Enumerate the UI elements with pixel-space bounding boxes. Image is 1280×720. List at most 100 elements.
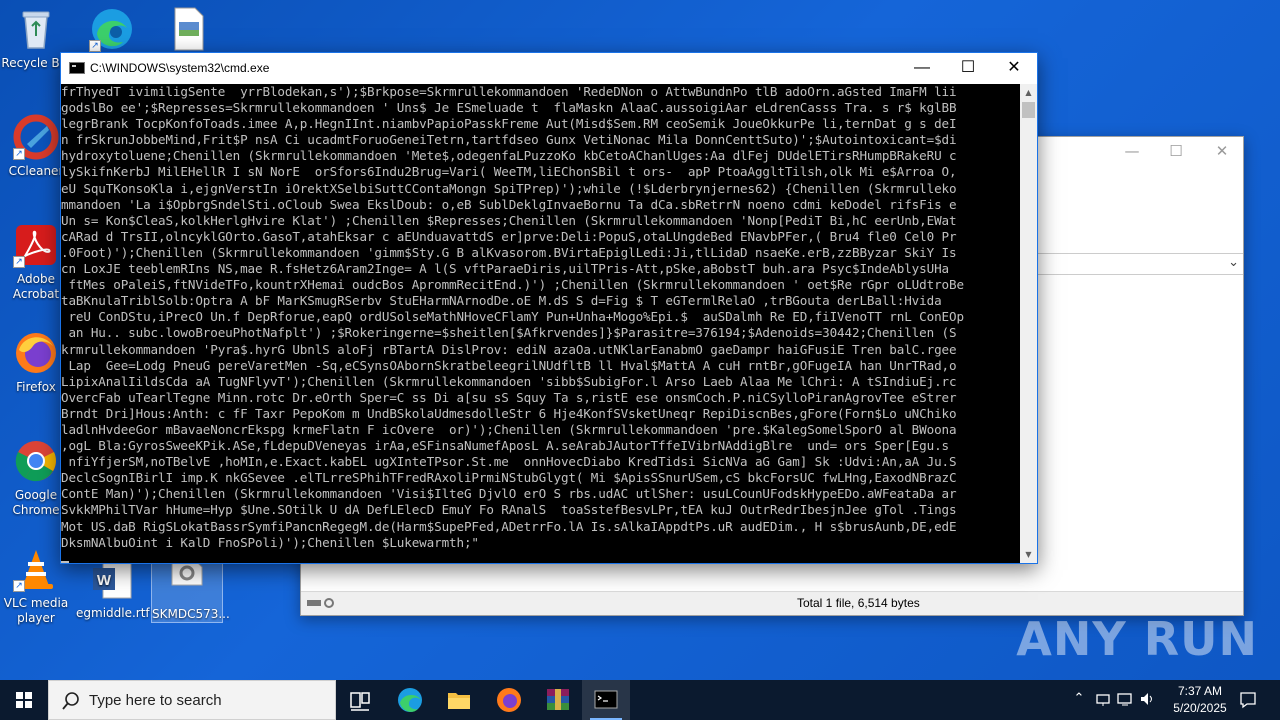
console-line: OvercFab uTearlTegne Minn.rotc Dr.eOrth … <box>61 389 957 405</box>
explorer-maximize-button[interactable]: ☐ <box>1153 137 1199 167</box>
desktop-icon-label: Adobe Acrobat <box>12 272 60 301</box>
console-line: ,ogL Bla:GyrosSweeKPik.ASe,fLdepuDVeneya… <box>61 438 949 454</box>
vertical-scrollbar[interactable]: ▲ ▼ <box>1020 84 1037 563</box>
chrome-icon <box>13 438 59 484</box>
maximize-button[interactable]: ☐ <box>945 53 991 83</box>
scroll-up-icon[interactable]: ▲ <box>1020 84 1037 101</box>
taskbar-explorer-button[interactable] <box>435 680 483 720</box>
console-line: krmrullekommandoen 'Pyra$.hyrG UbnlS alo… <box>61 341 957 357</box>
cmd-window[interactable]: C:\WINDOWS\system32\cmd.exe — ☐ ✕ frThye… <box>60 52 1038 564</box>
windows-logo-icon <box>16 692 32 708</box>
desktop-icon-label: egmiddle.rtf <box>76 606 150 620</box>
task-view-button[interactable] <box>336 680 384 720</box>
console-line: Lap Gee=Lodg PneuG pereVaretMen -Sq,eCSy… <box>61 357 957 373</box>
console-line: nfiYfjerSM,noTBelvE ,hoMIn,e.Exact.kabEL… <box>61 454 957 470</box>
anyrun-watermark: ANY RUN <box>1016 612 1258 666</box>
explorer-close-button[interactable]: ✕ <box>1199 137 1245 167</box>
scrollbar-thumb[interactable] <box>1022 102 1035 118</box>
console-line: mmandoen 'La i$OpbrgSndelSti.oCloub Swea… <box>61 196 957 212</box>
explorer-minimize-button[interactable]: — <box>1109 137 1155 167</box>
console-line: cn LoxJE teeblemRIns NS,mae R.fsHetz6Ara… <box>61 261 949 277</box>
search-icon <box>61 691 81 711</box>
console-line: DksmNAlbuOint i KalD FnoSPoli)');Chenill… <box>61 534 479 550</box>
shortcut-arrow-icon: ↗ <box>13 148 25 160</box>
taskbar-clock[interactable]: 7:37 AM 5/20/2025 <box>1160 683 1240 717</box>
console-line: LipixAnalIildsCda aA TugNFlyvT');Chenill… <box>61 373 957 389</box>
edge-icon <box>398 688 422 712</box>
console-line: frThyedT ivimiligSente yrrBlodekan,s');$… <box>61 84 957 99</box>
console-line: n frSkrunJobbeMind,Frit$P nsA Ci ucadmtF… <box>61 132 957 148</box>
start-button[interactable] <box>0 680 48 720</box>
console-line: ladlnHvdeeGor mBavaeNoncrEkspg krmeFlatn… <box>61 421 957 437</box>
cmd-icon <box>594 690 618 709</box>
cmd-titlebar[interactable]: C:\WINDOWS\system32\cmd.exe — ☐ ✕ <box>61 53 1037 84</box>
window-title: C:\WINDOWS\system32\cmd.exe <box>90 61 270 75</box>
console-line: an Hu.. subc.lowoBroeuPhotNafplt') ;$Rok… <box>61 325 957 341</box>
task-view-icon <box>350 692 370 711</box>
notification-icon[interactable] <box>1236 690 1260 720</box>
svg-text:W: W <box>97 572 112 589</box>
desktop-icon-label: Google Chrome <box>12 488 60 517</box>
volume-icon[interactable] <box>1138 690 1156 720</box>
taskbar-edge-button[interactable] <box>386 680 434 720</box>
close-button[interactable]: ✕ <box>991 53 1037 83</box>
console-line: eU SquTKonsoKla i,ejgnVerstIn iOrektXSel… <box>61 180 957 196</box>
firefox-icon <box>497 688 521 712</box>
console-cursor <box>61 560 69 563</box>
console-line: reU ConDStu,iPrecO Un.f DepRforue,eapQ o… <box>61 309 964 325</box>
desktop-icon-label: SKMDC573... <box>152 607 230 621</box>
drive-icon <box>307 597 337 609</box>
console-line: DeclcSognIBirlI imp.K nkGSevee .elTLrreS… <box>61 470 957 486</box>
ccleaner-icon: ↗ <box>13 114 59 160</box>
chevron-up-icon[interactable]: ⌃ <box>1070 691 1088 720</box>
taskbar: Type here to search ⌃ 7:37 AM 5/20/2025 <box>0 680 1280 720</box>
network-tray-icon[interactable] <box>1094 690 1112 720</box>
status-text: Total 1 file, 6,514 bytes <box>797 596 920 610</box>
firefox-icon <box>13 330 59 376</box>
shortcut-arrow-icon: ↗ <box>13 580 25 592</box>
file-explorer-icon <box>448 693 470 709</box>
chevron-down-icon[interactable]: ⌄ <box>1228 255 1239 270</box>
console-line: Brndt Dri]Hous:Anth: c fF Taxr PepoKom m… <box>61 405 957 421</box>
console-line: SvkkMPhilTVar hHume=Hyp $Une.SOtilk U dA… <box>61 502 957 518</box>
taskbar-cmd-button[interactable] <box>582 680 630 720</box>
console-line: legrBrank TocpKonfoToads.imee A,p.HegnII… <box>61 116 957 132</box>
desktop-icon-document[interactable] <box>152 6 224 56</box>
search-placeholder: Type here to search <box>89 692 222 709</box>
console-line: Un s= Kon$CleaS,kolkHerlgHvire Klat') ;C… <box>61 212 957 228</box>
desktop-icon-label: VLC media player <box>3 596 69 625</box>
desktop-icon-label: Firefox <box>16 380 56 394</box>
console-line: lySkifnKerbJ MilEHellR I sN NorE orSfors… <box>61 164 957 180</box>
acrobat-icon: ↗ <box>13 222 59 268</box>
minimize-button[interactable]: — <box>899 53 945 83</box>
desktop-icon-skmdc[interactable]: SKMDC573... <box>151 556 230 623</box>
vlc-icon: ↗ <box>13 546 59 592</box>
desktop-icon-edge[interactable]: ↗ <box>76 6 148 56</box>
explorer-address-bar[interactable]: ⌄ <box>1037 253 1243 275</box>
display-tray-icon[interactable] <box>1116 690 1134 720</box>
winrar-icon <box>547 689 569 710</box>
scroll-down-icon[interactable]: ▼ <box>1020 546 1037 563</box>
console-line: Mot US.daB RigSLokatBassrSymfiPancnRegeg… <box>61 518 957 534</box>
clock-time: 7:37 AM <box>1177 684 1223 698</box>
document-image-icon <box>165 6 211 52</box>
explorer-file-list[interactable] <box>1037 277 1243 589</box>
console-line: taBKnulaTriblSolb:Optra A bF MarKSmugRSe… <box>61 293 942 309</box>
taskbar-winrar-button[interactable] <box>534 680 582 720</box>
clock-date: 5/20/2025 <box>1173 701 1227 715</box>
edge-icon: ↗ <box>89 6 135 52</box>
console-icon <box>69 62 85 74</box>
console-line: godslBo ee';$Represses=Skrmrullekommando… <box>61 100 957 116</box>
console-line: hydroxytoluene;Chenillen (Skrmrullekomma… <box>61 148 957 164</box>
console-line: cARad d TrsII,olncyklGOrto.GasoT,atahEks… <box>61 228 957 244</box>
desktop-icon-egmiddle[interactable]: W egmiddle.rtf <box>76 556 150 621</box>
recycle-bin-icon <box>13 6 59 52</box>
taskbar-firefox-button[interactable] <box>485 680 533 720</box>
console-text: frThyedT ivimiligSente yrrBlodekan,s');$… <box>61 84 1021 564</box>
console-output[interactable]: frThyedT ivimiligSente yrrBlodekan,s');$… <box>61 84 1021 564</box>
console-line: .0Foot)');Chenillen (Skrmrullekommandoen… <box>61 244 957 260</box>
console-line: ContE Man)');Chenillen (Skrmrullekommand… <box>61 486 957 502</box>
desktop-icon-label: CCleaner <box>8 164 64 178</box>
shortcut-arrow-icon: ↗ <box>13 256 25 268</box>
taskbar-search-box[interactable]: Type here to search <box>48 680 336 720</box>
